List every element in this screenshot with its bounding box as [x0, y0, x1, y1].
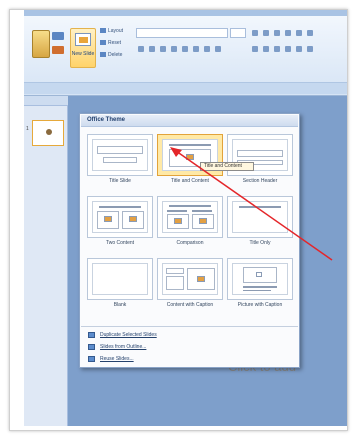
- arrow-line: [175, 150, 333, 261]
- screenshot-frame: New Slide Layout Reset Delete 1 Office T…: [9, 9, 348, 431]
- red-arrow-annotation: [170, 147, 333, 261]
- arrow-head: [170, 147, 182, 157]
